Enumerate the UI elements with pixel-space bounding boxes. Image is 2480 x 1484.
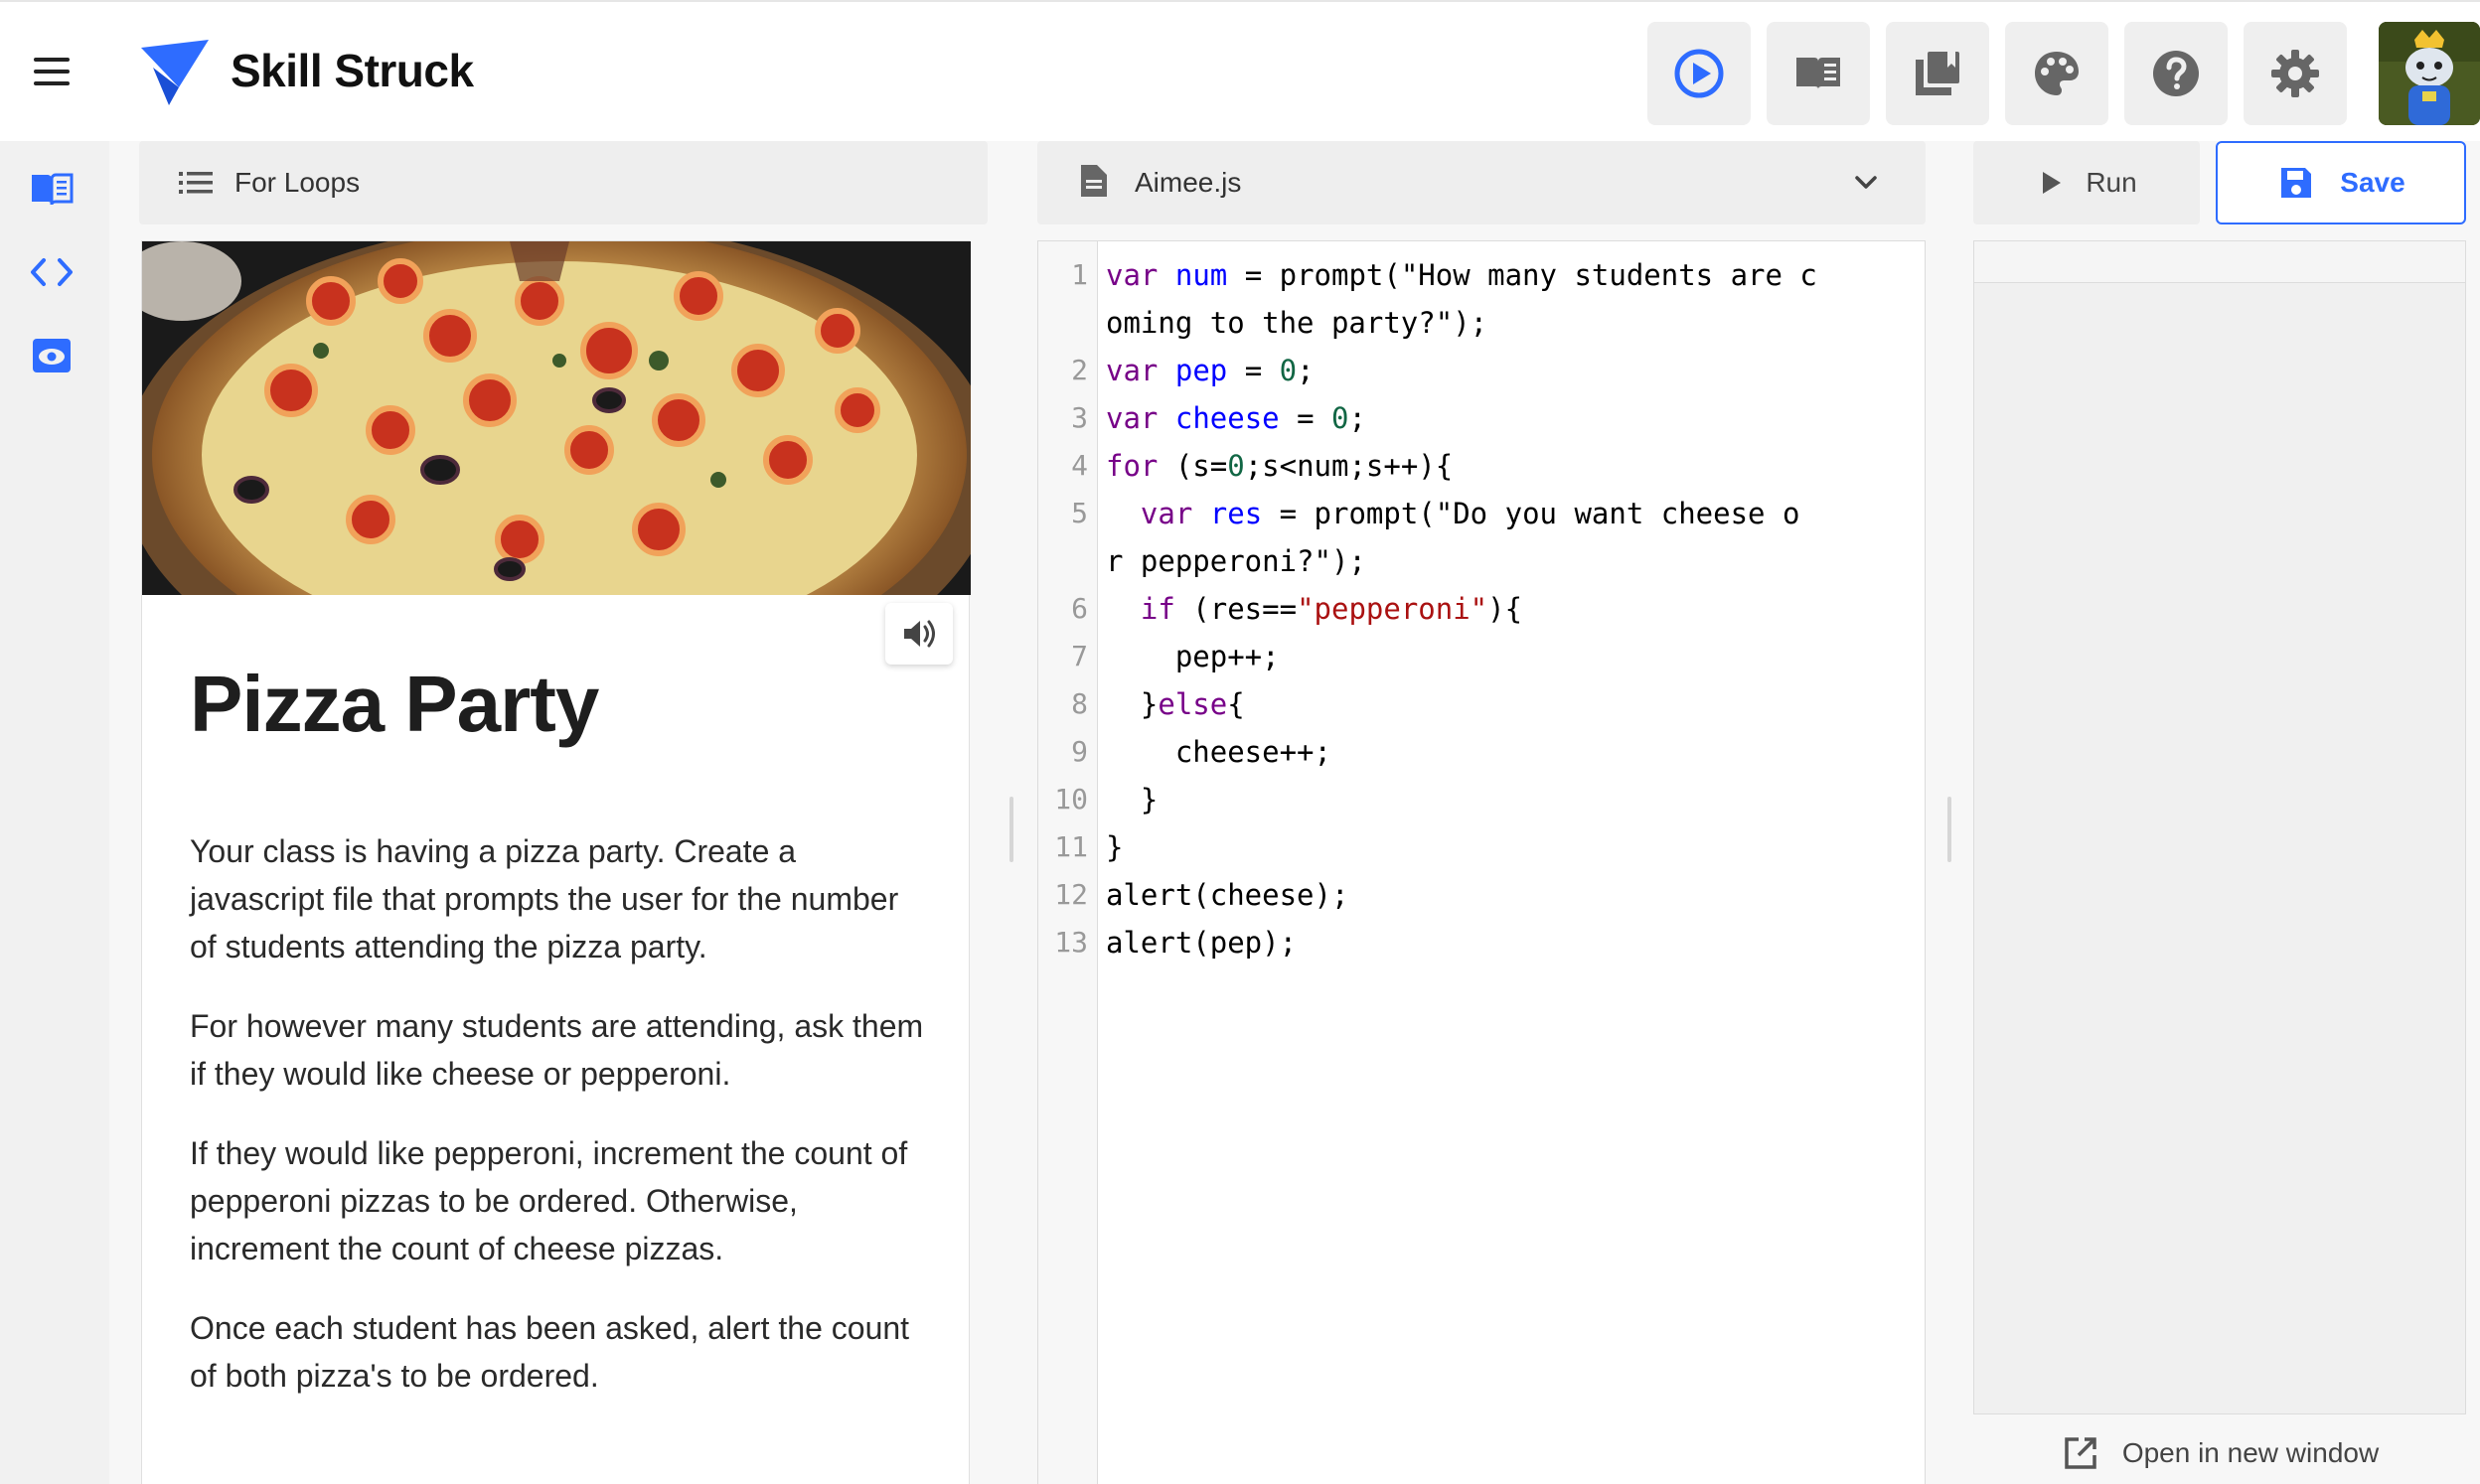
lesson-section-title: For Loops (234, 167, 361, 198)
line-number: 9 (1071, 735, 1088, 768)
line-number: 13 (1054, 926, 1088, 959)
lesson-heading: Pizza Party (190, 660, 599, 748)
read-aloud-button[interactable] (885, 603, 953, 665)
code-text: for (s=0;s<num;s++){ (1106, 449, 1454, 483)
top-header: Skill Struck (0, 0, 2480, 139)
help-button[interactable] (2124, 22, 2228, 125)
code-text: }else{ (1106, 687, 1245, 721)
speaker-icon (904, 620, 935, 648)
code-line[interactable]: 7 pep++; (1071, 633, 1919, 680)
editor-output-splitter[interactable] (1947, 797, 1951, 862)
code-line[interactable]: 4 for (s=0;s<num;s++){ (1071, 442, 1919, 490)
code-line[interactable]: 6 if (res=="pepperoni"){ (1071, 585, 1919, 633)
save-label: Save (2340, 167, 2405, 198)
code-text: cheese++; (1106, 735, 1331, 769)
lesson-instructions: Your class is having a pizza party. Crea… (190, 827, 925, 1431)
code-text: var pep = 0; (1106, 354, 1315, 387)
library-icon (1916, 52, 1959, 95)
code-line[interactable]: 5 var res = prompt("Do you want cheese o… (1071, 490, 1919, 585)
code-content[interactable]: 1 var num = prompt("How many students are… (1054, 251, 1919, 966)
book-open-icon (1796, 58, 1840, 89)
help-icon (2153, 51, 2199, 96)
preview-eye-icon (33, 339, 71, 372)
line-number: 11 (1054, 830, 1088, 863)
file-name: Aimee.js (1135, 167, 1242, 198)
code-line[interactable]: 1 var num = prompt("How many students are… (1071, 251, 1919, 347)
pizza-illustration (142, 241, 971, 595)
code-icon (31, 258, 73, 286)
output-preview (1973, 240, 2466, 1414)
line-number: 8 (1071, 687, 1088, 720)
pizza-image (142, 241, 971, 595)
gear-icon (2271, 50, 2319, 97)
line-number: 1 (1071, 258, 1088, 291)
line-number: 2 (1071, 354, 1088, 386)
lesson-editor-splitter[interactable] (1009, 797, 1013, 862)
save-button[interactable]: Save (2216, 141, 2466, 224)
code-line[interactable]: 8 }else{ (1071, 680, 1919, 728)
list-icon (179, 172, 213, 194)
play-button[interactable] (1647, 22, 1751, 125)
line-number: 3 (1071, 401, 1088, 434)
code-text: } (1106, 830, 1124, 864)
brand-name: Skill Struck (231, 45, 474, 96)
rail-preview-button[interactable] (26, 330, 78, 381)
reference-book-button[interactable] (1767, 22, 1870, 125)
avatar-illustration (2379, 22, 2480, 125)
file-icon (1073, 161, 1113, 206)
open-in-new-window-button[interactable]: Open in new window (1973, 1422, 2466, 1484)
instruction-paragraph: For however many students are attending,… (190, 1008, 924, 1092)
settings-button[interactable] (2244, 22, 2347, 125)
code-editor[interactable]: 1 var num = prompt("How many students are… (1037, 240, 1926, 1484)
line-number: 12 (1054, 878, 1088, 911)
code-text: pep++; (1106, 640, 1280, 673)
code-text: } (1106, 783, 1159, 816)
line-number: 6 (1071, 592, 1088, 625)
save-disk-icon (2281, 168, 2312, 198)
line-number: 5 (1071, 497, 1088, 529)
play-circle-icon (1674, 49, 1724, 98)
line-number: 4 (1071, 449, 1088, 482)
line-number: 10 (1054, 783, 1088, 816)
output-toolbar (1974, 241, 2465, 283)
instruction-paragraph: If they would like pepperoni, increment … (190, 1135, 908, 1266)
code-line[interactable]: 10 } (1054, 776, 1919, 823)
code-line[interactable]: 2 var pep = 0; (1071, 347, 1919, 394)
code-line[interactable]: 11} (1054, 823, 1919, 871)
code-text: alert(pep); (1106, 926, 1298, 960)
library-button[interactable] (1886, 22, 1989, 125)
palette-icon (2035, 52, 2079, 95)
code-text: var num = prompt("How many students are … (1106, 258, 1817, 340)
line-number: 7 (1071, 640, 1088, 672)
play-icon (2043, 172, 2062, 194)
code-text: if (res=="pepperoni"){ (1140, 592, 1523, 626)
theme-button[interactable] (2005, 22, 2108, 125)
run-label: Run (2086, 167, 2137, 198)
user-avatar[interactable] (2379, 22, 2480, 125)
chevron-down-icon (1855, 176, 1877, 189)
external-link-icon (2065, 1437, 2096, 1469)
rail-lesson-button[interactable] (26, 163, 78, 215)
rail-code-button[interactable] (26, 246, 78, 298)
file-selector[interactable]: Aimee.js (1037, 141, 1926, 224)
lesson-book-icon (32, 173, 74, 206)
code-line[interactable]: 3 var cheese = 0; (1071, 394, 1919, 442)
run-button[interactable]: Run (1973, 141, 2200, 224)
code-text: var res = prompt("Do you want cheese o r… (1106, 497, 1800, 578)
code-text: alert(cheese); (1106, 878, 1349, 912)
code-line[interactable]: 9 cheese++; (1071, 728, 1919, 776)
lesson-card: Pizza Party Your class is having a pizza… (141, 240, 971, 1484)
instruction-paragraph: Once each student has been asked, alert … (190, 1310, 910, 1394)
lesson-outline-bar[interactable]: For Loops (139, 141, 988, 224)
code-text: var cheese = 0; (1106, 401, 1366, 435)
code-line[interactable]: 13 alert(pep); (1054, 919, 1919, 966)
instruction-paragraph: Your class is having a pizza party. Crea… (190, 833, 899, 965)
code-line[interactable]: 12 alert(cheese); (1054, 871, 1919, 919)
left-rail (0, 141, 109, 1484)
open-window-label: Open in new window (2121, 1437, 2380, 1468)
hamburger-menu-button[interactable] (30, 54, 74, 89)
skill-struck-logo (141, 40, 209, 105)
